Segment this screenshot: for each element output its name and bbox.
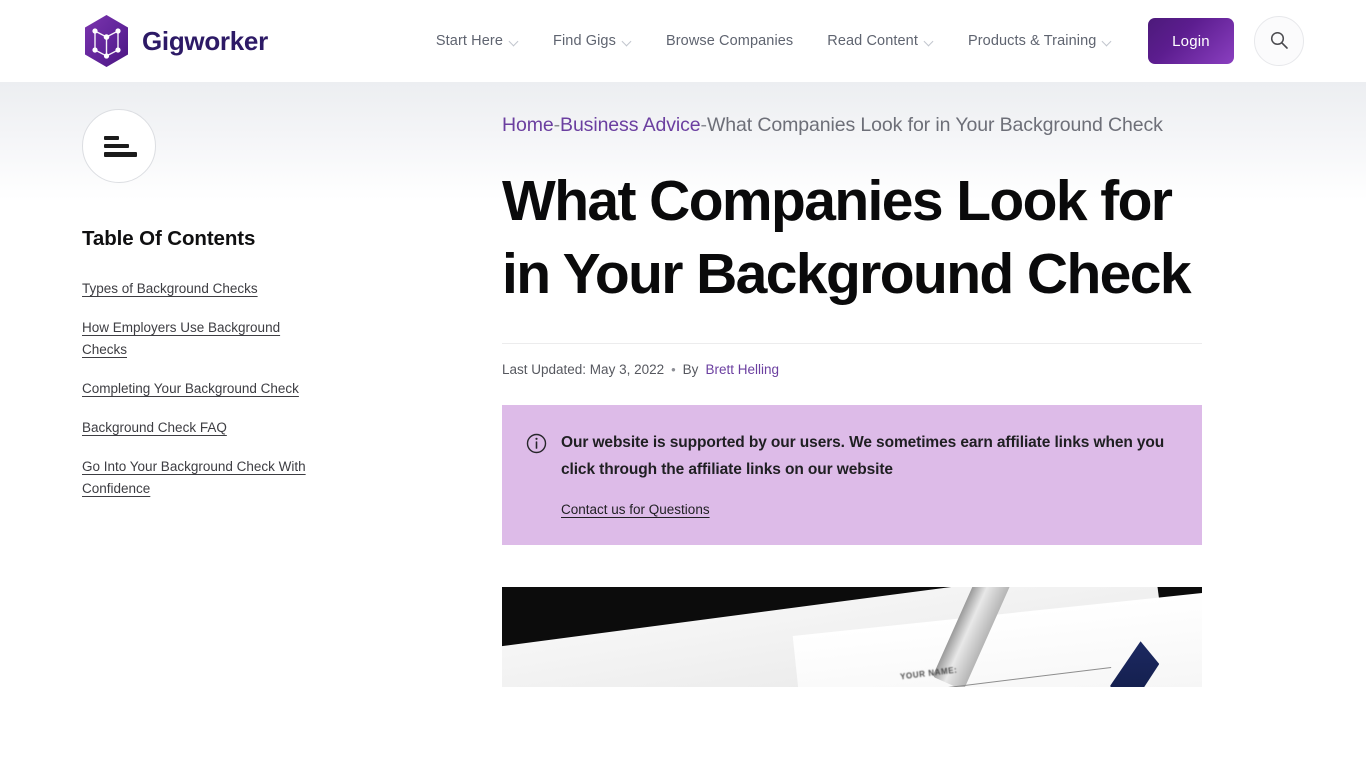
by-label: By — [682, 362, 699, 377]
header-actions: Login — [1148, 16, 1304, 66]
search-button[interactable] — [1254, 16, 1304, 66]
nav-item-browse-companies[interactable]: Browse Companies — [666, 33, 793, 49]
toc-title: Table Of Contents — [82, 227, 256, 250]
contact-us-link[interactable]: Contact us for Questions — [561, 502, 710, 517]
toc-link-how-employers-use-background-checks[interactable]: How Employers Use Background Checks — [82, 317, 322, 361]
title-divider — [502, 343, 1202, 344]
brand-name: Gigworker — [142, 25, 268, 56]
author-link[interactable]: Brett Helling — [705, 362, 779, 377]
byline-separator: • — [671, 362, 676, 377]
article: Home-Business Advice-What Companies Look… — [502, 109, 1202, 687]
page-body: Table Of Contents Types of Background Ch… — [0, 82, 1366, 768]
search-icon — [1269, 30, 1289, 53]
hexagon-network-logo-icon — [82, 14, 131, 68]
disclosure-text: Our website is supported by our users. W… — [561, 434, 1165, 478]
main-navigation: Start Here Find Gigs Browse Companies Re… — [436, 33, 1113, 49]
nav-label: Start Here — [435, 33, 503, 49]
affiliate-disclosure-box: Our website is supported by our users. W… — [502, 405, 1202, 545]
chevron-down-icon — [510, 38, 519, 47]
content-layout: Table Of Contents Types of Background Ch… — [0, 82, 1366, 687]
toc-toggle-button[interactable] — [82, 109, 156, 183]
nav-label: Browse Companies — [665, 33, 794, 49]
nav-item-read-content[interactable]: Read Content — [827, 33, 934, 49]
site-header: Gigworker Start Here Find Gigs Browse Co… — [0, 0, 1366, 82]
brand-logo-link[interactable]: Gigworker — [82, 14, 268, 68]
chevron-down-icon — [925, 38, 934, 47]
sidebar: Table Of Contents Types of Background Ch… — [82, 109, 502, 687]
table-of-contents-icon-bar — [104, 143, 129, 148]
nav-item-products-training[interactable]: Products & Training — [968, 33, 1112, 49]
chevron-down-icon — [623, 38, 632, 47]
nav-label: Read Content — [827, 33, 918, 49]
breadcrumb: Home-Business Advice-What Companies Look… — [502, 109, 1202, 141]
breadcrumb-link-business-advice[interactable]: Business Advice — [560, 114, 701, 136]
info-circle-icon — [526, 433, 547, 519]
nav-item-start-here[interactable]: Start Here — [436, 33, 519, 49]
toc-link-completing-your-background-check[interactable]: Completing Your Background Check — [82, 378, 322, 400]
toc-link-go-into-your-background-check-with-confidence[interactable]: Go Into Your Background Check With Confi… — [82, 456, 322, 500]
table-of-contents-icon-bar — [104, 151, 137, 157]
article-hero-image: YOUR NAME: — [502, 587, 1202, 687]
toc-link-background-check-faq[interactable]: Background Check FAQ — [82, 417, 322, 439]
disclosure-content: Our website is supported by our users. W… — [561, 429, 1176, 519]
toc-link-types-of-background-checks[interactable]: Types of Background Checks — [82, 278, 322, 300]
last-updated-label: Last Updated: May 3, 2022 — [502, 362, 665, 377]
nav-label: Find Gigs — [553, 33, 616, 49]
table-of-contents-icon-bar — [104, 135, 119, 140]
login-button[interactable]: Login — [1148, 18, 1234, 64]
nav-label: Products & Training — [967, 33, 1097, 49]
page-title: What Companies Look for in Your Backgrou… — [502, 169, 1192, 306]
breadcrumb-link-home[interactable]: Home — [502, 114, 554, 136]
breadcrumb-current: What Companies Look for in Your Backgrou… — [706, 114, 1163, 136]
toc-list: Types of Background Checks How Employers… — [82, 278, 462, 500]
chevron-down-icon — [1103, 38, 1112, 47]
nav-item-find-gigs[interactable]: Find Gigs — [553, 33, 632, 49]
byline: Last Updated: May 3, 2022 • By Brett Hel… — [502, 362, 1202, 377]
